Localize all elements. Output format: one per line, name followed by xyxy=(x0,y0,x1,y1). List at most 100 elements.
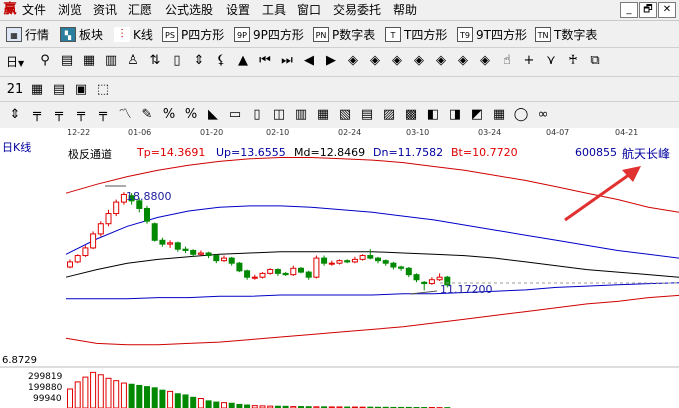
draw-tool-17-icon[interactable]: ◈ xyxy=(388,52,406,70)
tab-9t-square[interactable]: T9 9T四方形 xyxy=(457,25,527,43)
draw-tool-21-icon[interactable]: ◈ xyxy=(476,52,494,70)
analysis-tool-19-icon[interactable]: ▩ xyxy=(402,106,420,124)
draw-tool-6-icon[interactable]: ⇅ xyxy=(146,52,164,70)
candle-body xyxy=(90,233,97,249)
tab-sector[interactable]: ▚ 板块 xyxy=(60,25,103,43)
draw-tool-12-icon[interactable]: ⏭ xyxy=(278,52,296,70)
menu-trade[interactable]: 交易委托 xyxy=(333,0,381,20)
analysis-tool-24-icon[interactable]: ◯ xyxy=(512,106,530,124)
analysis-tool-25-icon[interactable]: ∞ xyxy=(534,106,552,124)
tab-p-square[interactable]: PS P四方形 xyxy=(162,25,224,43)
analysis-tool-14-icon[interactable]: ▥ xyxy=(292,106,310,124)
draw-tool-1-icon[interactable]: ⚲ xyxy=(36,52,54,70)
menu-news[interactable]: 资讯 xyxy=(93,0,117,20)
9p-icon: 9P xyxy=(234,26,250,42)
candle-body xyxy=(159,239,166,245)
menu-settings[interactable]: 设置 xyxy=(226,0,250,20)
draw-tool-18-icon[interactable]: ◈ xyxy=(410,52,428,70)
draw-tool-20-icon[interactable]: ◈ xyxy=(454,52,472,70)
candle-body xyxy=(113,201,120,215)
secondary-tool-1-icon[interactable]: 21 xyxy=(6,81,24,99)
draw-tool-13-icon[interactable]: ◀ xyxy=(300,52,318,70)
menu-huiyuan[interactable]: 汇愿 xyxy=(128,0,152,20)
analysis-tool-1-icon[interactable]: ⇕ xyxy=(6,106,24,124)
analysis-tool-11-icon[interactable]: ▭ xyxy=(226,106,244,124)
tab-p-number[interactable]: PN P数字表 xyxy=(313,25,375,43)
draw-tool-5-icon[interactable]: ♙ xyxy=(124,52,142,70)
draw-tool-25-icon[interactable]: ♰ xyxy=(564,52,582,70)
analysis-tool-13-icon[interactable]: ◫ xyxy=(270,106,288,124)
volume-bar xyxy=(74,381,81,408)
minimize-button[interactable]: _ xyxy=(620,2,638,18)
tab-t-square[interactable]: T T四方形 xyxy=(385,25,447,43)
candle-body xyxy=(336,260,343,264)
draw-tool-4-icon[interactable]: ▥ xyxy=(102,52,120,70)
analysis-tool-22-icon[interactable]: ◩ xyxy=(468,106,486,124)
draw-tool-19-icon[interactable]: ◈ xyxy=(432,52,450,70)
tab-9p-square[interactable]: 9P 9P四方形 xyxy=(234,25,304,43)
menu-formula[interactable]: 公式选股 xyxy=(165,0,213,20)
menu-help[interactable]: 帮助 xyxy=(393,0,417,20)
menu-tools[interactable]: 工具 xyxy=(262,0,286,20)
date-tick: 02-10 xyxy=(266,128,290,137)
analysis-tool-5-icon[interactable]: ╤ xyxy=(94,106,112,124)
candle xyxy=(405,267,412,278)
analysis-tool-16-icon[interactable]: ▧ xyxy=(336,106,354,124)
draw-tool-2-icon[interactable]: ▤ xyxy=(58,52,76,70)
candle-body xyxy=(367,255,374,259)
menu-window[interactable]: 窗口 xyxy=(297,0,321,20)
tab-quotes[interactable]: ▦ 行情 xyxy=(6,25,49,43)
draw-tool-10-icon[interactable]: ▲ xyxy=(234,52,252,70)
analysis-tool-3-icon[interactable]: ╤ xyxy=(50,106,68,124)
close-button[interactable]: ✕ xyxy=(658,2,676,18)
analysis-tool-12-icon[interactable]: ▯ xyxy=(248,106,266,124)
analysis-tool-23-icon[interactable]: ▦ xyxy=(490,106,508,124)
draw-tool-11-icon[interactable]: ⏮ xyxy=(256,52,274,70)
draw-tool-8-icon[interactable]: ⇕ xyxy=(190,52,208,70)
t-icon: T xyxy=(385,26,401,42)
candle xyxy=(313,255,320,279)
analysis-tool-8-icon[interactable]: % xyxy=(160,106,178,124)
tab-kline[interactable]: ⫶ K线 xyxy=(114,25,153,43)
analysis-tool-9-icon[interactable]: % xyxy=(182,106,200,124)
menu-browse[interactable]: 浏览 xyxy=(58,0,82,20)
analysis-tool-10-icon[interactable]: ◣ xyxy=(204,106,222,124)
tab-label: 板块 xyxy=(79,27,104,42)
chart-title: 日K线 xyxy=(2,141,32,154)
candle-body xyxy=(375,257,381,262)
draw-tool-23-icon[interactable]: + xyxy=(520,52,538,70)
analysis-tool-2-icon[interactable]: ╤ xyxy=(28,106,46,124)
candle xyxy=(251,274,258,280)
restore-button[interactable]: 🗗 xyxy=(639,2,657,18)
draw-tool-15-icon[interactable]: ◈ xyxy=(344,52,362,70)
volume-bar xyxy=(205,400,212,408)
period-selector[interactable]: 日▼ xyxy=(6,53,24,70)
draw-tool-24-icon[interactable]: ⋎ xyxy=(542,52,560,70)
draw-tool-22-icon[interactable]: ☝ xyxy=(498,52,516,70)
secondary-tool-3-icon[interactable]: ▤ xyxy=(50,81,68,99)
secondary-tool-5-icon[interactable]: ⬚ xyxy=(94,81,112,99)
analysis-tool-18-icon[interactable]: ▨ xyxy=(380,106,398,124)
analysis-tool-17-icon[interactable]: ▤ xyxy=(358,106,376,124)
analysis-tool-21-icon[interactable]: ◨ xyxy=(446,106,464,124)
analysis-tool-7-icon[interactable]: ✎ xyxy=(138,106,156,124)
analysis-tool-20-icon[interactable]: ◧ xyxy=(424,106,442,124)
candle-body xyxy=(205,252,212,257)
draw-tool-16-icon[interactable]: ◈ xyxy=(366,52,384,70)
tab-t-number[interactable]: TN T数字表 xyxy=(535,25,597,43)
draw-tool-7-icon[interactable]: ▯ xyxy=(168,52,186,70)
analysis-tool-6-icon[interactable]: 〽 xyxy=(116,106,134,124)
draw-tool-9-icon[interactable]: ⚸ xyxy=(212,52,230,70)
volume-bar xyxy=(182,394,189,408)
draw-tool-3-icon[interactable]: ▦ xyxy=(80,52,98,70)
secondary-tool-4-icon[interactable]: ▣ xyxy=(72,81,90,99)
secondary-tool-2-icon[interactable]: ▦ xyxy=(28,81,46,99)
menu-file[interactable]: 文件 xyxy=(22,0,46,20)
draw-tool-26-icon[interactable]: ⧉ xyxy=(586,52,604,70)
analysis-tool-15-icon[interactable]: ▦ xyxy=(314,106,332,124)
analysis-tool-4-icon[interactable]: ╤ xyxy=(72,106,90,124)
volume-bar xyxy=(120,382,127,408)
channel-bands xyxy=(65,157,679,346)
candle-body xyxy=(151,223,158,241)
draw-tool-14-icon[interactable]: ▶ xyxy=(322,52,340,70)
